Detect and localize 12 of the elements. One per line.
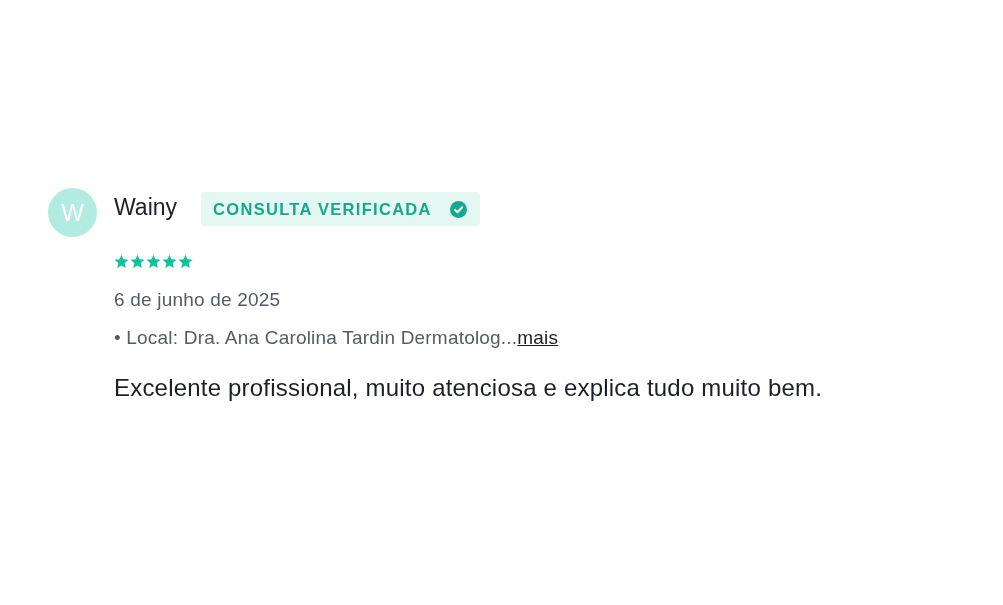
author-name: Wainy: [114, 193, 178, 221]
badge-label: CONSULTA VERIFICADA: [213, 199, 432, 219]
location-text: • Local: Dra. Ana Carolina Tardin Dermatolog...: [114, 327, 518, 349]
review-date: 6 de junho de 2025: [114, 289, 281, 311]
star-icon: [178, 254, 193, 269]
review-text: Excelente profissional, muito atenciosa e explica tudo muito bem.: [114, 374, 823, 402]
star-icon: [146, 254, 161, 269]
star-icon: [162, 254, 177, 269]
star-icon: [130, 254, 145, 269]
star-icon: [114, 254, 129, 269]
more-link[interactable]: mais: [517, 327, 559, 349]
avatar-circle: W: [48, 188, 97, 237]
